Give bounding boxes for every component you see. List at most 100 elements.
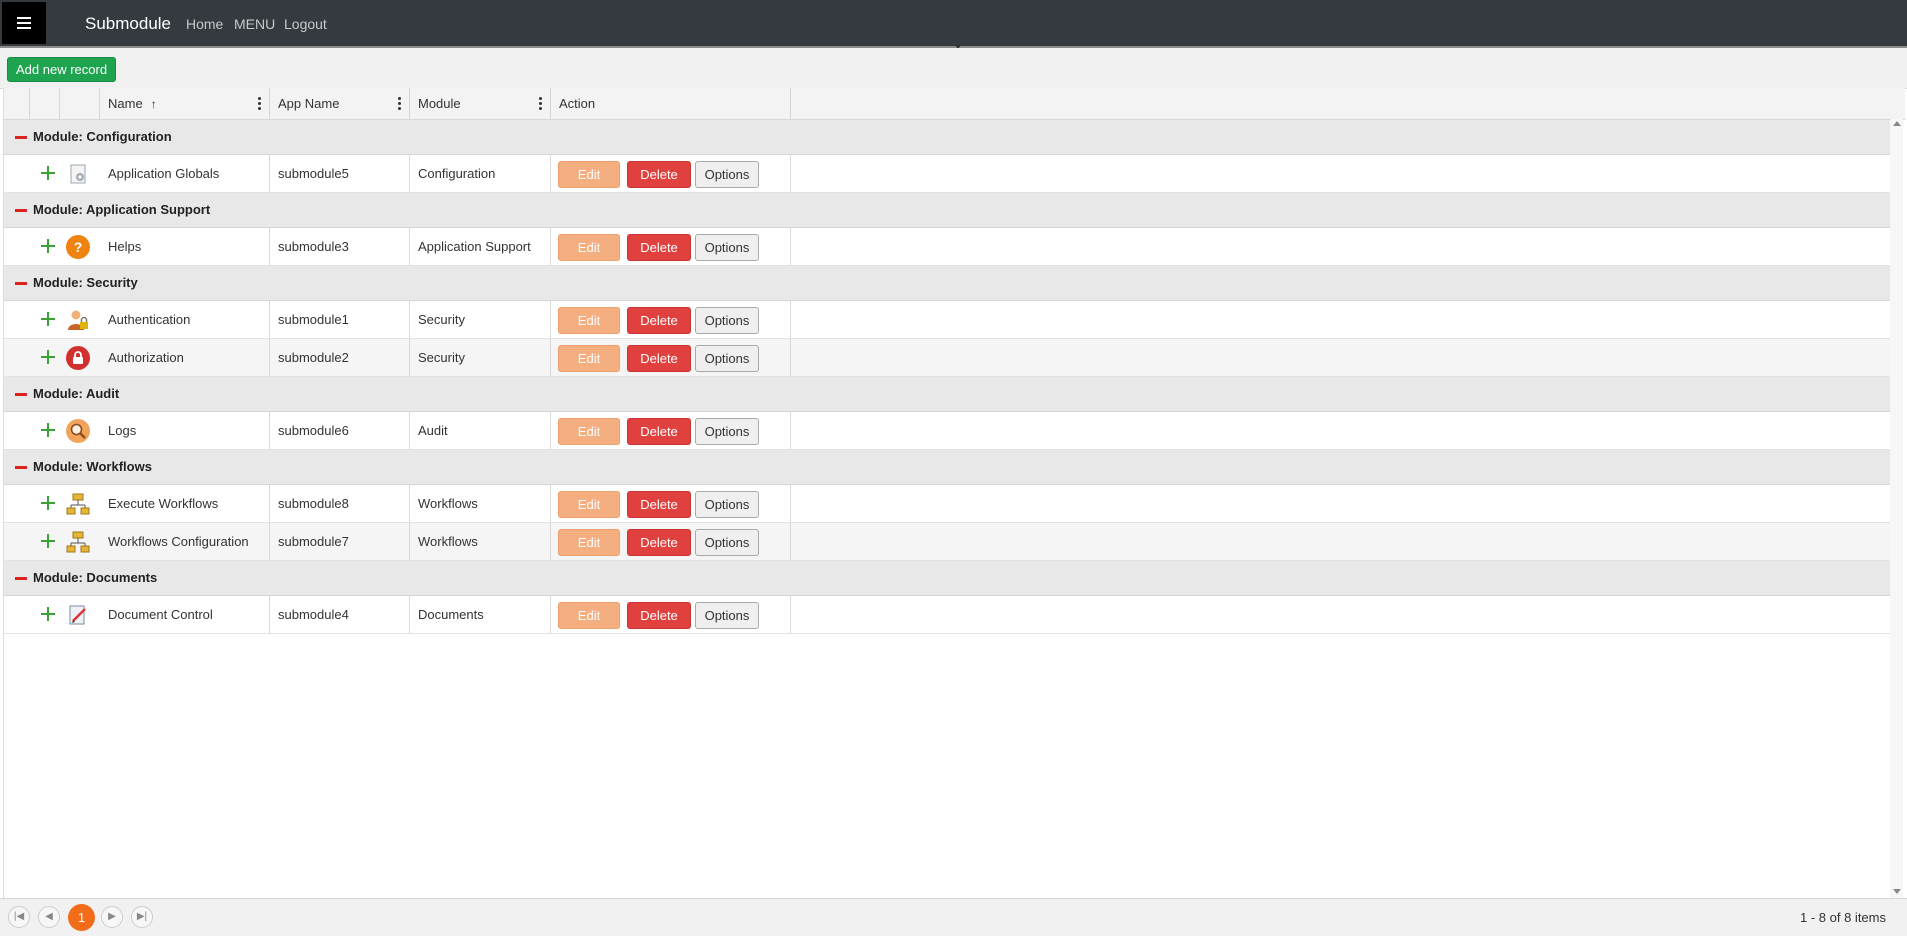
delete-button[interactable]: Delete bbox=[627, 529, 691, 556]
table-row[interactable]: Workflows Configuration submodule7 Workf… bbox=[4, 523, 1891, 561]
table-row[interactable]: ? Helps submodule3 Application Support E… bbox=[4, 228, 1891, 266]
group-title: Module: Audit bbox=[33, 386, 120, 401]
edit-button[interactable]: Edit bbox=[558, 491, 620, 518]
magnifier-icon bbox=[66, 419, 90, 443]
collapse-group-icon[interactable] bbox=[15, 136, 27, 139]
delete-button[interactable]: Delete bbox=[627, 234, 691, 261]
expand-row-icon[interactable] bbox=[41, 534, 55, 548]
expand-row-icon[interactable] bbox=[41, 350, 55, 364]
options-button[interactable]: Options bbox=[695, 491, 759, 518]
group-header-row[interactable]: Module: Security bbox=[4, 266, 1891, 301]
delete-button[interactable]: Delete bbox=[627, 307, 691, 334]
collapse-group-icon[interactable] bbox=[15, 577, 27, 580]
collapse-group-icon[interactable] bbox=[15, 282, 27, 285]
first-page-icon[interactable]: |◀ bbox=[8, 906, 30, 928]
delete-button[interactable]: Delete bbox=[627, 491, 691, 518]
vertical-scrollbar[interactable] bbox=[1890, 119, 1903, 898]
menu-toggle-button[interactable] bbox=[2, 2, 46, 44]
document-edit-icon bbox=[66, 603, 90, 627]
group-title: Module: Workflows bbox=[33, 459, 152, 474]
edit-button[interactable]: Edit bbox=[558, 234, 620, 261]
cell-app-name: submodule4 bbox=[270, 596, 410, 633]
table-row[interactable]: Document Control submodule4 Documents Ed… bbox=[4, 596, 1891, 634]
cell-name: Helps bbox=[100, 228, 270, 265]
column-menu-icon[interactable] bbox=[397, 88, 401, 119]
delete-button[interactable]: Delete bbox=[627, 418, 691, 445]
nav-link-logout[interactable]: Logout bbox=[284, 16, 327, 32]
column-app-name-label: App Name bbox=[278, 96, 340, 111]
expand-row-icon[interactable] bbox=[41, 423, 55, 437]
cell-app-name: submodule8 bbox=[270, 485, 410, 522]
group-header-row[interactable]: Module: Application Support bbox=[4, 193, 1891, 228]
edit-button[interactable]: Edit bbox=[558, 161, 620, 188]
add-new-record-button[interactable]: Add new record bbox=[7, 57, 117, 82]
last-page-icon[interactable]: ▶| bbox=[131, 906, 153, 928]
delete-button[interactable]: Delete bbox=[627, 161, 691, 188]
column-menu-icon[interactable] bbox=[538, 88, 542, 119]
nav-link-menu[interactable]: MENU bbox=[234, 16, 275, 32]
options-button[interactable]: Options bbox=[695, 345, 759, 372]
column-menu-icon[interactable] bbox=[257, 88, 261, 119]
table-row[interactable]: Execute Workflows submodule8 Workflows E… bbox=[4, 485, 1891, 523]
options-button[interactable]: Options bbox=[695, 161, 759, 188]
delete-button[interactable]: Delete bbox=[627, 602, 691, 629]
collapse-group-icon[interactable] bbox=[15, 393, 27, 396]
cell-name: Execute Workflows bbox=[100, 485, 270, 522]
grid-header: Name ↑ App Name Module Action bbox=[4, 88, 1905, 120]
expand-row-icon[interactable] bbox=[41, 496, 55, 510]
nav-link-home[interactable]: Home bbox=[186, 16, 223, 32]
edit-button[interactable]: Edit bbox=[558, 602, 620, 629]
group-header-cell bbox=[4, 88, 30, 119]
expand-row-icon[interactable] bbox=[41, 166, 55, 180]
edit-button[interactable]: Edit bbox=[558, 307, 620, 334]
workflow-icon bbox=[66, 492, 90, 516]
options-button[interactable]: Options bbox=[695, 418, 759, 445]
delete-button[interactable]: Delete bbox=[627, 345, 691, 372]
cell-app-name: submodule2 bbox=[270, 339, 410, 376]
column-module-label: Module bbox=[418, 96, 461, 111]
group-title: Module: Configuration bbox=[33, 129, 172, 144]
brand-title[interactable]: Submodule bbox=[85, 14, 171, 34]
edit-button[interactable]: Edit bbox=[558, 529, 620, 556]
options-button[interactable]: Options bbox=[695, 307, 759, 334]
page-number-current[interactable]: 1 bbox=[68, 904, 95, 931]
group-header-row[interactable]: Module: Configuration bbox=[4, 120, 1891, 155]
scroll-down-icon[interactable] bbox=[1893, 889, 1901, 894]
expand-row-icon[interactable] bbox=[41, 239, 55, 253]
edit-button[interactable]: Edit bbox=[558, 418, 620, 445]
scroll-up-icon[interactable] bbox=[1893, 121, 1901, 126]
cell-name: Authorization bbox=[100, 339, 270, 376]
next-page-icon[interactable]: ▶ bbox=[101, 906, 123, 928]
table-row[interactable]: Authentication submodule1 Security Edit … bbox=[4, 301, 1891, 339]
column-header-module[interactable]: Module bbox=[410, 88, 551, 119]
group-header-row[interactable]: Module: Workflows bbox=[4, 450, 1891, 485]
pager-info: 1 - 8 of 8 items bbox=[1800, 910, 1886, 925]
options-button[interactable]: Options bbox=[695, 234, 759, 261]
expand-header-cell bbox=[30, 88, 60, 119]
table-row[interactable]: Application Globals submodule5 Configura… bbox=[4, 155, 1891, 193]
previous-page-icon[interactable]: ◀ bbox=[38, 906, 60, 928]
cell-module: Application Support bbox=[410, 228, 551, 265]
expand-row-icon[interactable] bbox=[41, 312, 55, 326]
group-title: Module: Documents bbox=[33, 570, 158, 585]
table-row[interactable]: Authorization submodule2 Security Edit D… bbox=[4, 339, 1891, 377]
user-lock-icon bbox=[66, 308, 90, 332]
cell-app-name: submodule5 bbox=[270, 155, 410, 192]
group-title: Module: Security bbox=[33, 275, 138, 290]
cell-module: Configuration bbox=[410, 155, 551, 192]
column-header-app-name[interactable]: App Name bbox=[270, 88, 410, 119]
group-header-row[interactable]: Module: Audit bbox=[4, 377, 1891, 412]
edit-button[interactable]: Edit bbox=[558, 345, 620, 372]
cell-module: Audit bbox=[410, 412, 551, 449]
options-button[interactable]: Options bbox=[695, 529, 759, 556]
collapse-group-icon[interactable] bbox=[15, 209, 27, 212]
column-header-name[interactable]: Name ↑ bbox=[100, 88, 270, 119]
column-action-label: Action bbox=[559, 96, 596, 111]
group-header-row[interactable]: Module: Documents bbox=[4, 561, 1891, 596]
gear-document-icon bbox=[66, 162, 90, 186]
icon-header-cell bbox=[60, 88, 100, 119]
options-button[interactable]: Options bbox=[695, 602, 759, 629]
expand-row-icon[interactable] bbox=[41, 607, 55, 621]
table-row[interactable]: Logs submodule6 Audit Edit Delete Option… bbox=[4, 412, 1891, 450]
collapse-group-icon[interactable] bbox=[15, 466, 27, 469]
